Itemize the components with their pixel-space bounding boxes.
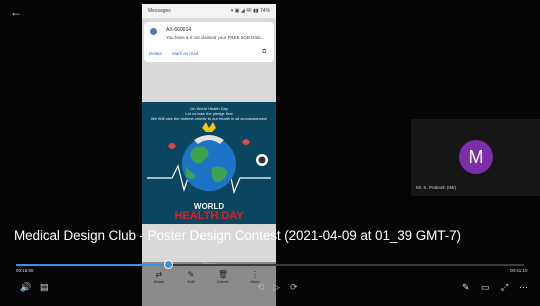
- forward-icon[interactable]: ⟳: [290, 282, 298, 292]
- phone-action-bar: Share ⇄Share ✎Edit 🗑Delete ⋮More: [142, 262, 276, 306]
- phone-edit-button: ✎ Edit: [178, 270, 204, 284]
- more-vertical-icon: ⋮: [251, 270, 259, 279]
- current-time: 00:16:59: [16, 268, 34, 273]
- edit-icon: ✎: [187, 270, 195, 279]
- pen-icon[interactable]: ✎: [462, 282, 470, 292]
- globe-illustration: [142, 120, 276, 204]
- volume-icon[interactable]: 🔊: [20, 282, 31, 292]
- screen-icon[interactable]: ▭: [481, 282, 490, 292]
- more-icon[interactable]: ⋯: [519, 282, 528, 292]
- play-icon[interactable]: ▷: [273, 282, 280, 292]
- sender-avatar-icon: [150, 28, 157, 35]
- participant-name: Mr. K. Prakash (IMI): [416, 185, 457, 190]
- captions-icon[interactable]: ▤: [40, 282, 49, 292]
- seek-bar-progress: [16, 264, 168, 266]
- shared-phone-screen: Messages ▾ ▣ ◢ 46 ▮▮ 74% AX-660014 You h…: [142, 4, 276, 306]
- trash-icon: 🗑: [217, 270, 229, 279]
- notification-message: You have a 0 not claimed your FREE 5GB D…: [166, 35, 265, 40]
- copy-icon: ⧉: [262, 49, 267, 55]
- notification-delete: Delete: [149, 51, 163, 56]
- video-title: Medical Design Club - Poster Design Cont…: [14, 228, 461, 243]
- world-health-day-poster: On World Health Day Let us take the pled…: [142, 102, 276, 224]
- phone-delete-button: 🗑 Delete: [210, 270, 236, 284]
- status-app-label: Messages: [148, 8, 171, 14]
- poster-health-day-text: HEALTH DAY: [174, 210, 244, 222]
- rewind-icon[interactable]: ⟲: [257, 282, 265, 292]
- status-icons: ▾ ▣ ◢ 46 ▮▮ 74%: [230, 8, 270, 14]
- share-icon: ⇄: [155, 270, 163, 279]
- seek-bar-thumb[interactable]: [164, 260, 173, 269]
- fullscreen-icon[interactable]: ⤢: [501, 282, 508, 292]
- notification-sender: AX-660014: [166, 27, 192, 33]
- phone-share-button: ⇄ Share: [146, 270, 172, 284]
- total-duration: 00:41:10: [510, 268, 528, 273]
- sms-notification: AX-660014 You have a 0 not claimed your …: [144, 22, 274, 62]
- phone-status-bar: Messages ▾ ▣ ◢ 46 ▮▮ 74%: [142, 4, 276, 18]
- notification-mark-read: Mark as read: [172, 51, 199, 56]
- back-arrow-icon[interactable]: ←: [10, 5, 24, 19]
- participant-avatar: M: [459, 140, 493, 174]
